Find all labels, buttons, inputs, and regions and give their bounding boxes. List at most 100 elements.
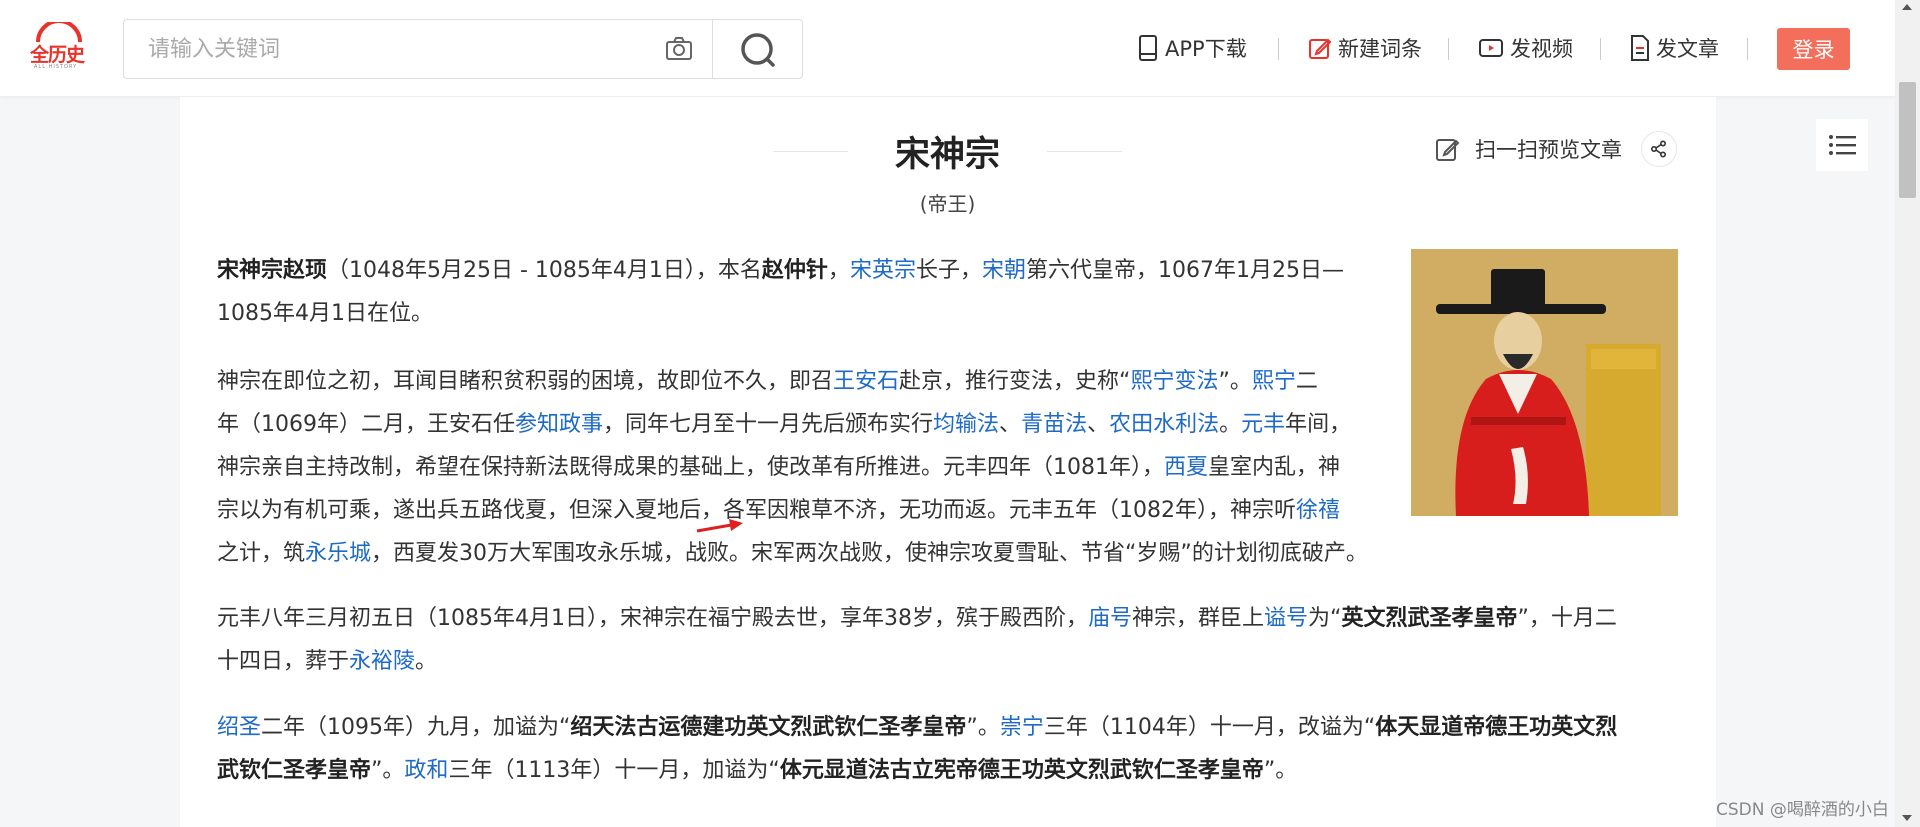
article-link[interactable]: 崇宁 [1000, 715, 1044, 740]
paragraph-text: ，西夏发30万大军围攻永乐城，战败。宋军两次战败，使神宗攻夏雪耻、节省“岁赐”的… [371, 541, 1368, 566]
paragraph-text: 神宗在即位之初，耳闻目睹积贫积弱的困境，故即位不久，即召 [217, 369, 834, 394]
article-link[interactable]: 永乐城 [305, 541, 371, 566]
paragraph-text: 二 [1295, 369, 1318, 394]
nav-post-article[interactable]: 发文章 [1630, 30, 1719, 66]
article-link[interactable]: 政和 [404, 758, 448, 783]
paragraph-text: 1085年4月1日在位。 [217, 301, 433, 326]
bold-text: 体天显道帝德王功英文烈 [1375, 715, 1618, 740]
paragraph-text: 宗以为有机可乘，遂出兵五路伐夏，但深入夏地后，各军因粮草不济，无功而返。元丰五年… [217, 498, 1296, 523]
paragraph-text: 年（1069年）二月，王安石任 [217, 412, 515, 437]
paragraph-text: 年间， [1285, 412, 1352, 437]
article-link[interactable]: 青苗法 [1021, 412, 1087, 437]
edit-note-icon [1436, 139, 1460, 161]
paragraph-text: 为“ [1308, 606, 1342, 631]
logo-text: 全历史 [30, 44, 85, 66]
article-link[interactable]: 庙号 [1088, 606, 1132, 631]
table-of-contents-button[interactable] [1816, 119, 1868, 171]
article-link[interactable]: 参知政事 [515, 412, 603, 437]
logo-subtext: ALL HISTORY [34, 64, 78, 70]
bold-text: 武钦仁圣孝皇帝 [217, 758, 372, 783]
watermark: CSDN @喝醉酒的小白 [1716, 800, 1889, 820]
article-link[interactable]: 永裕陵 [349, 649, 415, 674]
scrollbar-thumb[interactable] [1899, 82, 1916, 198]
paragraph-text: 、 [1087, 412, 1110, 437]
paragraph-text: 皇室内乱，神 [1208, 455, 1341, 480]
bold-text: 赵仲针 [761, 258, 828, 283]
paragraph-text: ”，十月二 [1517, 606, 1617, 631]
phone-icon [1139, 35, 1157, 61]
article-paragraph: 宋神宗赵顼（1048年5月25日 - 1085年4月1日），本名赵仲针，宋英宗长… [217, 249, 1344, 335]
paragraph-text: ， [827, 258, 850, 283]
paragraph-text: 之计，筑 [217, 541, 306, 566]
emperor-portrait-image[interactable] [1411, 249, 1678, 516]
nav-post-video-label: 发视频 [1510, 37, 1573, 61]
search-button[interactable] [713, 20, 803, 78]
nav-new-entry[interactable]: 新建词条 [1308, 30, 1422, 66]
list-icon [1829, 135, 1856, 155]
article-link[interactable]: 熙宁变法 [1130, 369, 1218, 394]
nav-divider [1600, 38, 1601, 60]
article-paragraph: 绍圣二年（1095年）九月，加谥为“绍天法古运德建功英文烈武钦仁圣孝皇帝”。崇宁… [217, 706, 1617, 792]
page-scrollbar[interactable] [1895, 0, 1920, 827]
nav-app-download-label: APP下载 [1165, 37, 1247, 61]
article-link[interactable]: 熙宁 [1252, 369, 1296, 394]
bold-text: 体元显道法古立宪帝德王功英文烈武钦仁圣孝皇帝 [779, 758, 1264, 783]
nav-post-article-label: 发文章 [1656, 37, 1719, 61]
nav-new-entry-label: 新建词条 [1338, 37, 1422, 61]
share-button[interactable] [1641, 131, 1677, 167]
paragraph-text: ”。 [1218, 369, 1252, 394]
article-link[interactable]: 西夏 [1164, 455, 1208, 480]
scroll-down-arrow-icon[interactable] [1902, 815, 1912, 821]
article-link[interactable]: 农田水利法 [1109, 412, 1219, 437]
page-subtitle: (帝王) [919, 192, 976, 216]
paragraph-text: 神宗亲自主持改制，希望在保持新法既得成果的基础上，使改革有所推进。元丰四年（10… [217, 455, 1164, 480]
article-link[interactable]: 宋朝 [982, 258, 1026, 283]
paragraph-text: 神宗，群臣上 [1132, 606, 1265, 631]
paragraph-text: ”。 [966, 715, 1000, 740]
scroll-up-arrow-icon[interactable] [1902, 4, 1912, 10]
search-icon [741, 33, 775, 67]
paragraph-text: ”。 [371, 758, 405, 783]
paragraph-text: 第六代皇帝，1067年1月25日— [1025, 258, 1344, 283]
nav-post-video[interactable]: 发视频 [1478, 30, 1573, 66]
site-logo[interactable]: 全历史 ALL HISTORY [30, 22, 90, 72]
article-link[interactable]: 均输法 [933, 412, 999, 437]
login-button[interactable]: 登录 [1777, 28, 1850, 70]
nav-divider [1747, 38, 1748, 60]
bold-text: 宋神宗赵顼 [217, 258, 328, 283]
paragraph-text: （1048年5月25日 - 1085年4月1日），本名 [327, 258, 762, 283]
article-link[interactable]: 绍圣 [217, 715, 261, 740]
paragraph-text: 、 [999, 412, 1022, 437]
paragraph-text: ，同年七月至十一月先后颁布实行 [603, 412, 934, 437]
bold-text: 绍天法古运德建功英文烈武钦仁圣孝皇帝 [570, 715, 967, 740]
article-paragraph: 神宗在即位之初，耳闻目睹积贫积弱的困境，故即位不久，即召王安石赴京，推行变法，史… [217, 360, 1368, 575]
paragraph-text: 三年（1113年）十一月，加谥为“ [448, 758, 780, 783]
paragraph-text: 。 [1219, 412, 1242, 437]
share-icon [1650, 140, 1667, 158]
article-link[interactable]: 元丰 [1241, 412, 1285, 437]
scan-preview-label: 扫一扫预览文章 [1475, 138, 1622, 162]
nav-divider [1448, 38, 1449, 60]
video-icon [1479, 39, 1503, 57]
paragraph-text: 赴京，推行变法，史称“ [899, 369, 1131, 394]
search-box [123, 19, 803, 79]
camera-icon[interactable] [664, 36, 694, 62]
article-link[interactable]: 宋英宗 [850, 258, 916, 283]
paragraph-text: 长子， [915, 258, 982, 283]
article-link[interactable]: 徐禧 [1296, 498, 1340, 523]
article-link[interactable]: 王安石 [833, 369, 899, 394]
bold-text: 英文烈武圣孝皇帝 [1341, 606, 1518, 631]
document-icon [1631, 35, 1649, 61]
nav-divider [1278, 38, 1279, 60]
paragraph-text: 二年（1095年）九月，加谥为“ [261, 715, 571, 740]
article-link[interactable]: 谥号 [1264, 606, 1308, 631]
paragraph-text: 十四日，葬于 [217, 649, 350, 674]
article-paragraph: 元丰八年三月初五日（1085年4月1日），宋神宗在福宁殿去世，享年38岁，殡于殿… [217, 597, 1617, 683]
search-input[interactable] [124, 20, 644, 78]
paragraph-text: 三年（1104年）十一月，改谥为“ [1043, 715, 1376, 740]
scan-preview-button[interactable]: 扫一扫预览文章 [1435, 134, 1622, 164]
nav-app-download[interactable]: APP下载 [1137, 30, 1247, 66]
paragraph-text: 元丰八年三月初五日（1085年4月1日），宋神宗在福宁殿去世，享年38岁，殡于殿… [217, 606, 1088, 631]
top-header: 全历史 ALL HISTORY APP下载 [0, 0, 1895, 97]
arrow-annotation-icon [696, 519, 743, 533]
